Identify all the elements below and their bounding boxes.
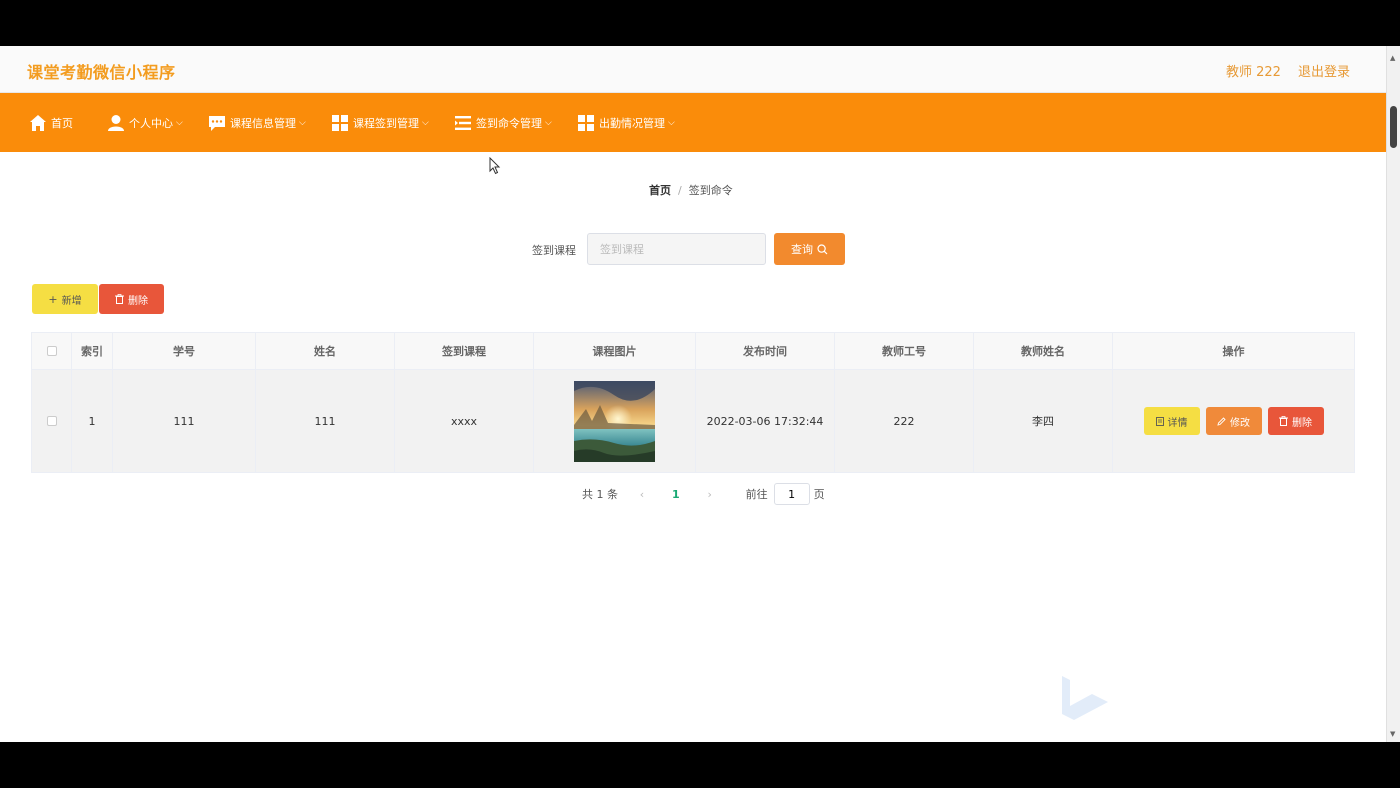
cell-operations: 详情 修改 删除 [1113, 370, 1354, 472]
nav-item-label: 课程签到管理 [353, 116, 419, 130]
grid-icon [578, 114, 594, 131]
header-course-image: 课程图片 [534, 333, 696, 369]
cell-publish-time: 2022-03-06 17:32:44 [696, 370, 835, 472]
row-delete-label: 删除 [1292, 417, 1312, 429]
select-all-checkbox[interactable] [46, 346, 57, 356]
browser-viewport: 课堂考勤微信小程序 教师 222 退出登录 首页 个人中心 ⌵ 课程信息管理 ⌵… [0, 46, 1400, 742]
vertical-scrollbar[interactable]: ▲ ▼ [1386, 46, 1400, 742]
header-index: 索引 [72, 333, 113, 369]
table-header: 索引 学号 姓名 签到课程 课程图片 发布时间 教师工号 教师姓名 操作 [32, 333, 1354, 370]
grid-icon [332, 114, 348, 131]
app-title: 课堂考勤微信小程序 [27, 63, 176, 82]
nav-item-label: 首页 [51, 116, 73, 130]
table-row: 1 111 111 xxxx 2022-03-06 17:32:44 222 李… [32, 370, 1354, 472]
chevron-down-icon: ⌵ [545, 117, 552, 128]
nav-item-label: 签到命令管理 [476, 116, 542, 130]
pencil-icon [1217, 416, 1226, 426]
header-teacher-name: 教师姓名 [974, 333, 1113, 369]
nav-item-signin-command[interactable]: 签到命令管理 ⌵ [454, 93, 552, 152]
chevron-down-icon: ⌵ [422, 117, 429, 128]
breadcrumb-home[interactable]: 首页 [649, 184, 671, 197]
trash-icon [115, 294, 124, 304]
scroll-down-icon[interactable]: ▼ [1390, 730, 1395, 738]
chevron-down-icon: ⌵ [668, 117, 675, 128]
scrollbar-thumb[interactable] [1390, 106, 1397, 148]
batch-delete-button[interactable]: 删除 [99, 284, 164, 314]
detail-button[interactable]: 详情 [1143, 407, 1200, 435]
cell-name: 111 [256, 370, 395, 472]
cell-course-image [534, 370, 696, 472]
pagination: 共 1 条 ‹ 1 › 前往 页 [582, 483, 825, 505]
add-button[interactable]: + 新增 [32, 284, 98, 314]
goto-label: 前往 [745, 488, 768, 501]
data-table: 索引 学号 姓名 签到课程 课程图片 发布时间 教师工号 教师姓名 操作 1 1… [31, 332, 1355, 473]
pagination-total: 共 1 条 [582, 488, 618, 501]
nav-item-label: 出勤情况管理 [599, 116, 665, 130]
row-delete-button[interactable]: 删除 [1267, 407, 1324, 435]
main-navbar: 首页 个人中心 ⌵ 课程信息管理 ⌵ 课程签到管理 ⌵ 签到命令管理 ⌵ 出勤情… [0, 93, 1386, 152]
chevron-down-icon: ⌵ [176, 117, 183, 128]
next-page-icon[interactable]: › [704, 488, 716, 501]
message-icon [209, 115, 225, 131]
trash-icon [1279, 416, 1288, 426]
user-label: 教师 222 [1226, 65, 1281, 80]
header-name: 姓名 [256, 333, 395, 369]
search-label: 签到课程 [532, 244, 576, 257]
prev-page-icon[interactable]: ‹ [636, 488, 648, 501]
search-input[interactable] [587, 233, 766, 265]
search-button[interactable]: 查询 [774, 233, 845, 265]
batch-delete-label: 删除 [128, 295, 148, 307]
goto-page-input[interactable] [773, 483, 810, 505]
header-select-all-cell [32, 333, 72, 369]
add-button-label: 新增 [61, 295, 82, 307]
letterbox-bottom [0, 742, 1400, 788]
breadcrumb: 首页 / 签到命令 [649, 182, 733, 198]
header-teacher-id: 教师工号 [835, 333, 974, 369]
row-checkbox[interactable] [46, 416, 57, 426]
edit-button[interactable]: 修改 [1205, 407, 1262, 435]
cell-teacher-id: 222 [835, 370, 974, 472]
plus-icon: + [48, 292, 58, 306]
nav-item-course-signin[interactable]: 课程签到管理 ⌵ [331, 93, 429, 152]
header-operations: 操作 [1222, 345, 1245, 358]
home-icon [30, 114, 46, 131]
page-number-current[interactable]: 1 [672, 488, 680, 501]
nav-item-label: 个人中心 [129, 116, 173, 130]
header-student-id: 学号 [113, 333, 256, 369]
breadcrumb-separator: / [678, 184, 682, 197]
nav-item-personal-center[interactable]: 个人中心 ⌵ [107, 93, 183, 152]
breadcrumb-current: 签到命令 [688, 184, 733, 197]
cell-student-id: 111 [113, 370, 256, 472]
nav-item-home[interactable]: 首页 [29, 93, 73, 152]
edit-button-label: 修改 [1230, 417, 1250, 429]
nav-item-label: 课程信息管理 [230, 116, 296, 130]
document-icon [1155, 416, 1164, 426]
letterbox-top [0, 0, 1400, 46]
search-icon [817, 243, 828, 254]
watermark-logo-icon [1062, 676, 1108, 720]
header-course: 签到课程 [395, 333, 534, 369]
cell-course: xxxx [395, 370, 534, 472]
page-unit-label: 页 [813, 488, 825, 501]
course-image[interactable] [574, 380, 655, 462]
nav-item-attendance[interactable]: 出勤情况管理 ⌵ [577, 93, 675, 152]
chevron-down-icon: ⌵ [299, 117, 306, 128]
search-button-label: 查询 [791, 243, 813, 256]
logout-link[interactable]: 退出登录 [1298, 61, 1350, 80]
detail-button-label: 详情 [1167, 417, 1188, 429]
nav-item-course-info[interactable]: 课程信息管理 ⌵ [208, 93, 306, 152]
scroll-up-icon[interactable]: ▲ [1390, 54, 1395, 62]
list-icon [455, 115, 471, 130]
mouse-cursor-icon [489, 157, 501, 175]
row-select-cell [32, 370, 72, 472]
cell-teacher-name: 李四 [974, 370, 1113, 472]
header-publish-time: 发布时间 [696, 333, 835, 369]
user-icon [108, 114, 124, 131]
header-bar: 课堂考勤微信小程序 教师 222 退出登录 [0, 46, 1386, 93]
cell-index: 1 [72, 370, 113, 472]
